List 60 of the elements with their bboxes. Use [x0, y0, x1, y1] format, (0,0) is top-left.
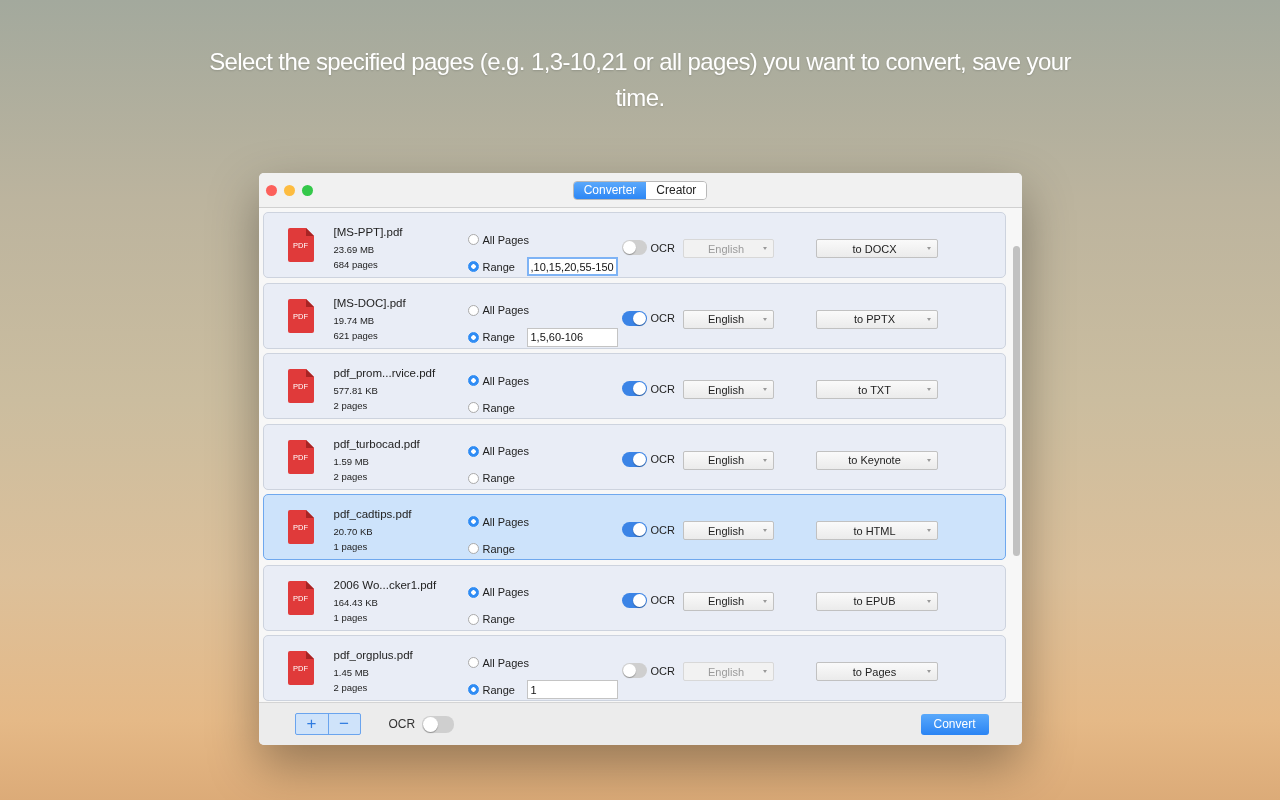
- ocr-label: OCR: [388, 717, 416, 731]
- page-count: 2 pages: [333, 399, 369, 413]
- file-size: 164.43 KB: [333, 595, 379, 610]
- language-dropdown[interactable]: English: [682, 521, 774, 540]
- radio-option[interactable]: Range: [467, 613, 527, 625]
- file-size: 577.81 KB: [333, 384, 379, 398]
- format-dropdown[interactable]: to Keynote: [815, 450, 938, 470]
- radio-option[interactable]: All Pages: [467, 586, 527, 598]
- radio-option[interactable]: Range: [467, 260, 527, 273]
- page-count: 2 pages: [333, 681, 369, 695]
- page-count: 2 pages: [333, 469, 369, 484]
- language-dropdown[interactable]: English: [682, 380, 774, 399]
- format-dropdown[interactable]: to PPTX: [815, 309, 938, 329]
- language-dropdown[interactable]: English: [682, 450, 774, 470]
- format-dropdown[interactable]: to Pages: [815, 662, 938, 681]
- ocr-label: OCR: [650, 312, 675, 324]
- ocr-label: OCR: [650, 594, 675, 606]
- file-size: 23.69 MB: [333, 243, 376, 257]
- file-name: pdf_cadtips.pdf: [333, 507, 413, 522]
- page-count: 1 pages: [333, 540, 369, 554]
- radio-option[interactable]: All Pages: [467, 515, 527, 528]
- language-dropdown[interactable]: English: [682, 309, 774, 329]
- ocr-label: OCR: [650, 241, 675, 254]
- page-count: 1 pages: [333, 610, 369, 625]
- file-name: pdf_prom...rvice.pdf: [333, 366, 437, 381]
- file-size: 1.45 MB: [333, 666, 370, 680]
- file-name: pdf_turbocad.pdf: [333, 436, 421, 452]
- headline: Select the specified pages (e.g. 1,3-10,21 or all pages) you want to convert, save your time.: [208, 47, 1072, 113]
- radio-option[interactable]: All Pages: [467, 656, 527, 669]
- tab[interactable]: Creator: [646, 181, 707, 199]
- page-count: 684 pages: [333, 258, 379, 272]
- file-size: 20.70 KB: [333, 525, 374, 539]
- radio-option[interactable]: Range: [467, 401, 527, 414]
- file-size: 19.74 MB: [333, 313, 376, 328]
- radio-option[interactable]: Range: [467, 683, 527, 696]
- ocr-label: OCR: [650, 382, 675, 395]
- radio-option[interactable]: Range: [467, 472, 527, 484]
- radio-option[interactable]: All Pages: [467, 304, 527, 316]
- file-name: [MS-DOC].pdf: [333, 295, 407, 311]
- page-range-field[interactable]: 1: [526, 680, 618, 699]
- file-name: 2006 Wo...cker1.pdf: [333, 577, 438, 593]
- radio-option[interactable]: All Pages: [467, 374, 527, 387]
- page-range-field[interactable]: 1,5,60-106: [526, 327, 618, 347]
- radio-option[interactable]: Range: [467, 331, 527, 343]
- language-dropdown[interactable]: English: [682, 591, 774, 611]
- radio-option[interactable]: All Pages: [467, 233, 527, 246]
- ocr-label: OCR: [650, 523, 675, 536]
- file-size: 1.59 MB: [333, 454, 370, 469]
- radio-option[interactable]: All Pages: [467, 445, 527, 457]
- format-dropdown[interactable]: to HTML: [815, 521, 938, 540]
- file-name: [MS-PPT].pdf: [333, 225, 404, 240]
- ocr-label: OCR: [650, 664, 675, 677]
- format-dropdown[interactable]: to EPUB: [815, 591, 938, 611]
- file-name: pdf_orgplus.pdf: [333, 648, 414, 663]
- page-range-field[interactable]: ,10,15,20,55-150: [526, 257, 618, 276]
- page-count: 621 pages: [333, 328, 379, 343]
- ocr-label: OCR: [650, 453, 675, 465]
- format-dropdown[interactable]: to TXT: [815, 380, 938, 399]
- format-dropdown[interactable]: to DOCX: [815, 239, 938, 258]
- radio-option[interactable]: Range: [467, 542, 527, 555]
